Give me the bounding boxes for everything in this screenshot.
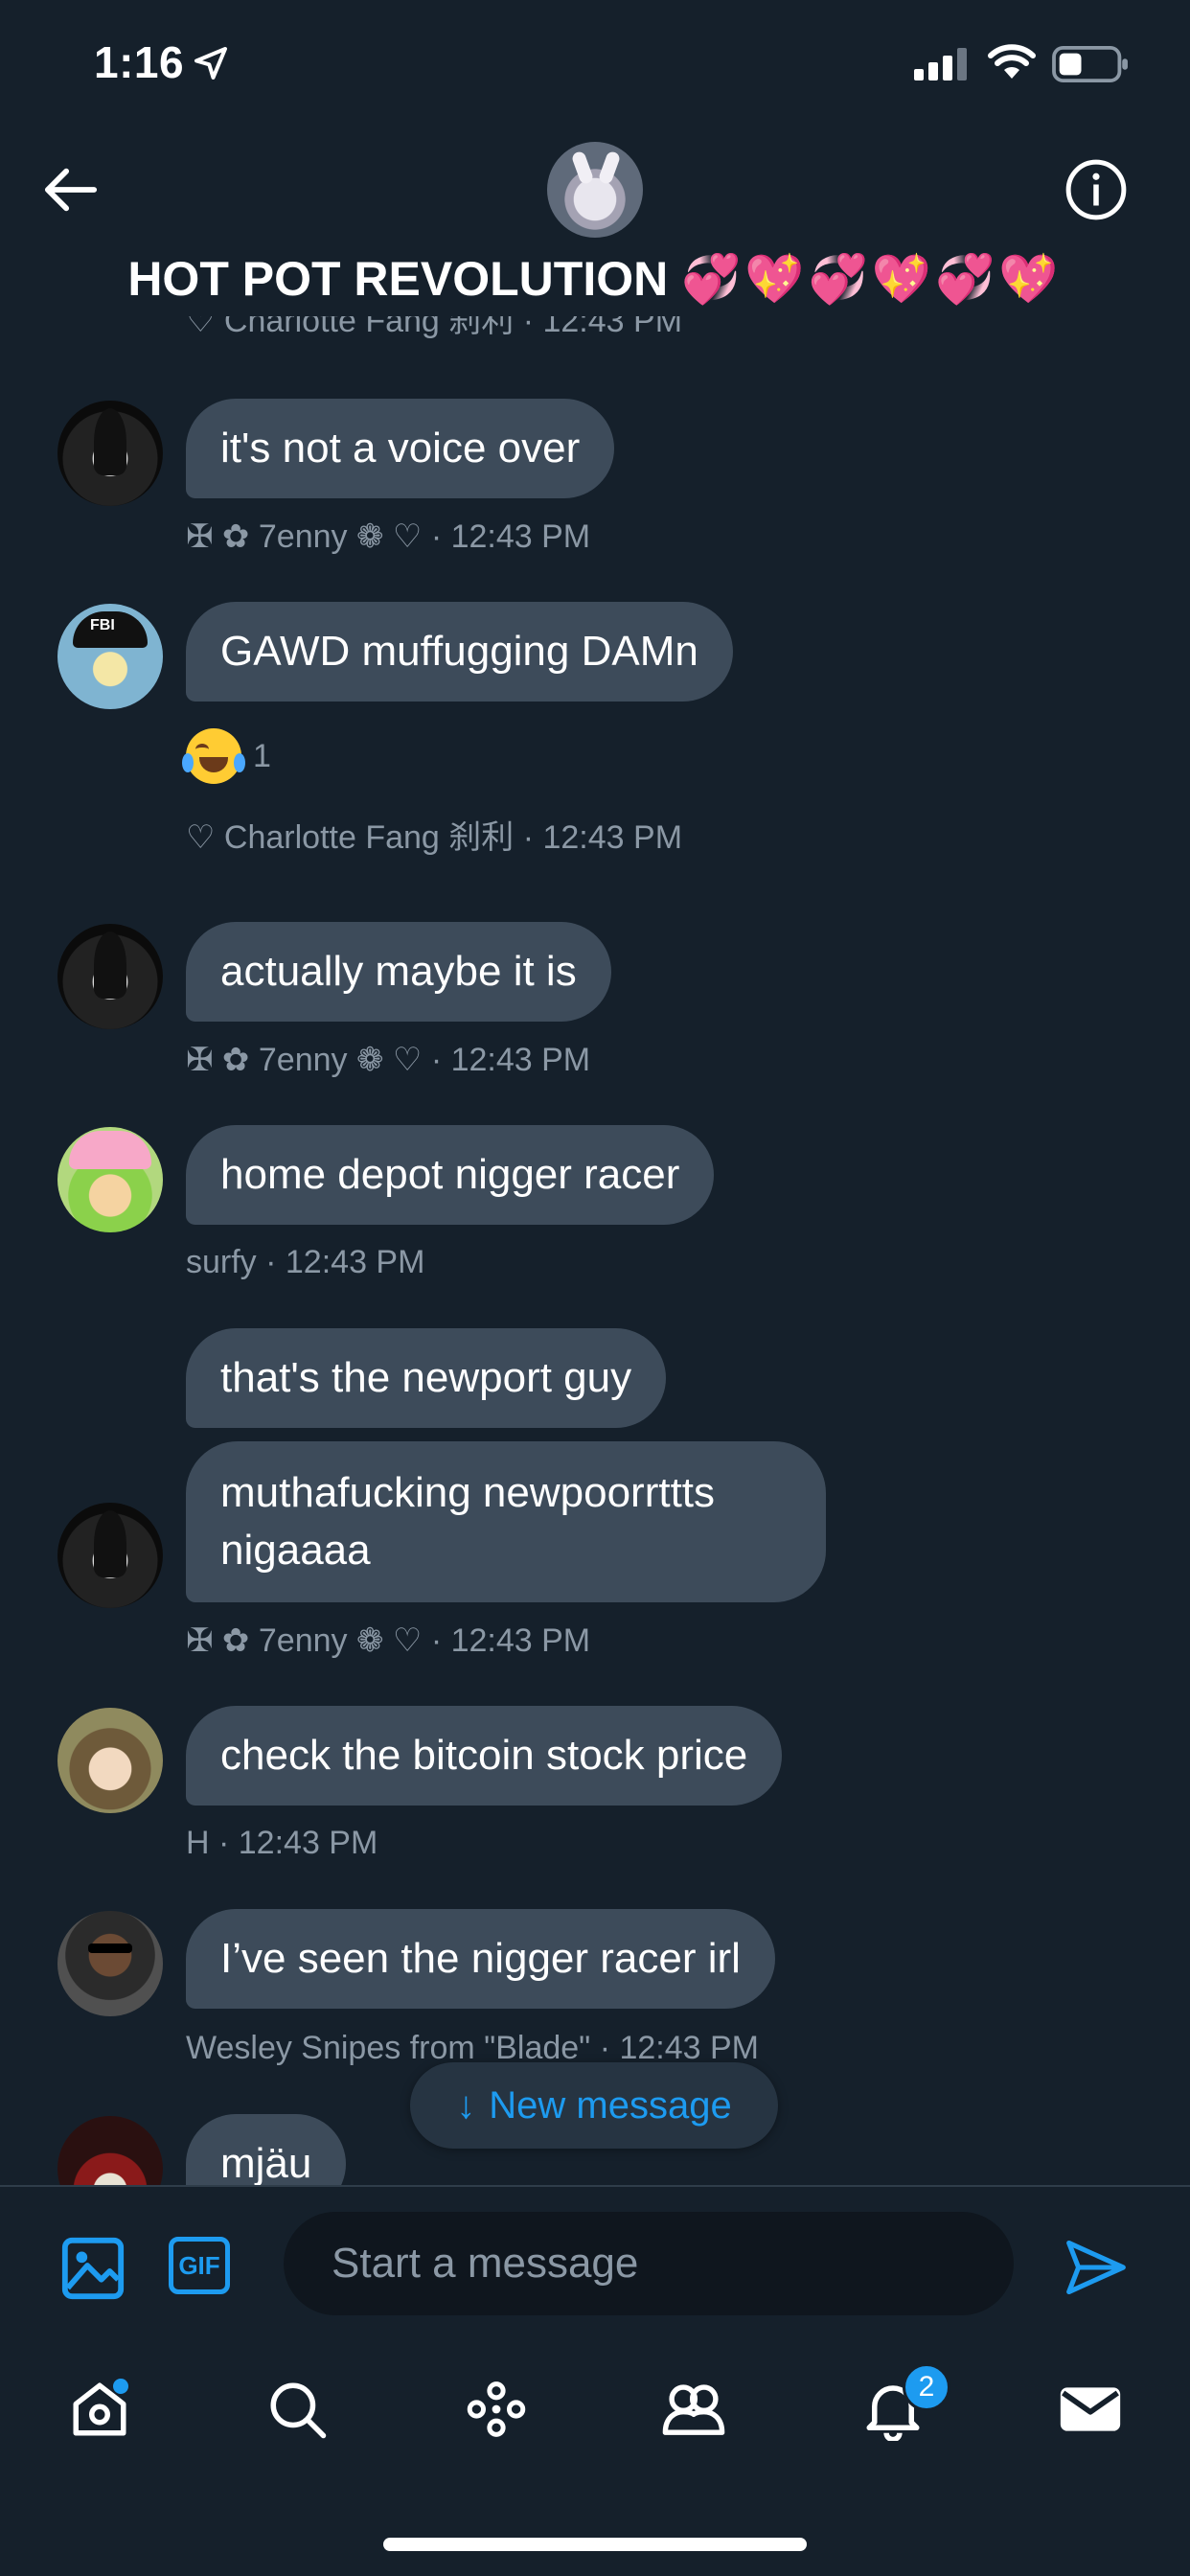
message-meta: surfy · 12:43 PM — [186, 1244, 425, 1280]
status-bar: 1:16 — [0, 0, 1190, 134]
spaces-icon — [467, 2381, 526, 2437]
tab-messages[interactable] — [1052, 2371, 1129, 2448]
message-input[interactable] — [284, 2212, 1014, 2315]
send-icon[interactable] — [1062, 2235, 1131, 2300]
avatar[interactable] — [57, 2116, 163, 2185]
message-meta: ✠ ✿ 7enny ❁ ♡ · 12:43 PM — [186, 1622, 591, 1659]
communities-icon — [662, 2384, 725, 2435]
envelope-icon — [1060, 2387, 1121, 2431]
arrow-left-icon — [44, 168, 98, 212]
battery-icon — [1052, 46, 1128, 82]
search-icon — [270, 2382, 327, 2439]
avatar[interactable] — [57, 1127, 163, 1232]
message-bubble[interactable]: it's not a voice over — [186, 399, 615, 498]
group-avatar[interactable] — [547, 142, 643, 238]
avatar[interactable] — [57, 604, 163, 709]
location-arrow-icon — [195, 47, 227, 80]
tab-communities[interactable] — [655, 2371, 732, 2448]
new-message-button[interactable]: ↓ New message — [410, 2062, 778, 2149]
message-bubble[interactable]: I’ve seen the nigger racer irl — [186, 1909, 775, 2009]
gif-button[interactable]: GIF — [169, 2237, 230, 2294]
message-bubble[interactable]: that's the newport guy — [186, 1328, 667, 1428]
conversation-title: HOT POT REVOLUTION 💞💖💞💖💞💖 — [0, 251, 1190, 308]
message-input-wrapper — [284, 2212, 1014, 2315]
notifications-badge: 2 — [903, 2363, 950, 2411]
avatar[interactable] — [57, 1708, 163, 1813]
tab-spaces[interactable] — [458, 2371, 535, 2448]
avatar[interactable] — [57, 1503, 163, 1608]
home-indicator — [383, 2538, 807, 2551]
message-bubble[interactable]: home depot nigger racer — [186, 1125, 715, 1225]
conversation-info-button[interactable] — [1062, 155, 1131, 224]
message-reaction[interactable]: 1 — [182, 728, 271, 784]
avatar[interactable] — [57, 401, 163, 506]
message-bubble[interactable]: mjäu — [186, 2114, 347, 2185]
conversation-title-emojis: 💞💖💞💖💞💖 — [681, 252, 1063, 306]
message-meta: ✠ ✿ 7enny ❁ ♡ · 12:43 PM — [186, 518, 591, 555]
message-bubble[interactable]: muthafucking newpoorrttts nigaaaa — [186, 1441, 826, 1602]
avatar[interactable] — [57, 924, 163, 1029]
message-meta: ✠ ✿ 7enny ❁ ♡ · 12:43 PM — [186, 1042, 591, 1078]
message-meta: H · 12:43 PM — [186, 1825, 378, 1861]
back-button[interactable] — [38, 157, 103, 222]
wifi-icon — [988, 44, 1036, 79]
message-composer: GIF — [0, 2185, 1190, 2338]
image-icon[interactable] — [59, 2235, 126, 2302]
message-meta: ♡ Charlotte Fang 刹利 · 12:43 PM — [186, 819, 683, 856]
cellular-signal-icon — [914, 48, 967, 80]
laughing-tears-emoji-icon — [182, 728, 245, 784]
arrow-down-icon: ↓ — [456, 2083, 476, 2127]
tab-home[interactable] — [61, 2371, 138, 2448]
conversation-title-text: HOT POT REVOLUTION — [127, 252, 669, 306]
status-time: 1:16 — [94, 37, 185, 87]
message-bubble[interactable]: GAWD muffugging DAMn — [186, 602, 733, 702]
info-icon — [1065, 159, 1127, 220]
message-list[interactable]: ♡ Charlotte Fang 刹利 · 12:43 PM it's not … — [0, 316, 1190, 2185]
avatar[interactable] — [57, 1911, 163, 2016]
message-meta: ♡ Charlotte Fang 刹利 · 12:43 PM — [186, 316, 683, 339]
message-bubble[interactable]: check the bitcoin stock price — [186, 1706, 783, 1806]
new-content-dot — [113, 2379, 128, 2394]
message-bubble[interactable]: actually maybe it is — [186, 922, 611, 1022]
new-message-label: New message — [489, 2083, 732, 2127]
tab-search[interactable] — [259, 2371, 335, 2448]
reaction-count: 1 — [253, 737, 271, 774]
